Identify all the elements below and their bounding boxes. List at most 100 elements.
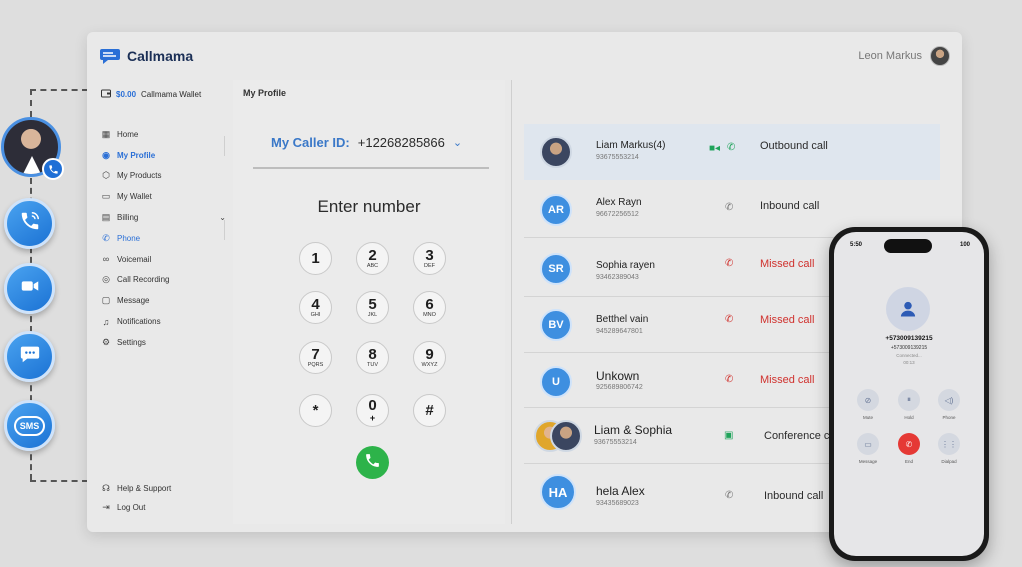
sidebar-item-my-products[interactable]: ⬡ My Products — [101, 166, 228, 187]
contact-avatar: AR — [540, 194, 572, 226]
hold-label: Hold — [904, 415, 914, 420]
dialpad-key-1[interactable]: 1 — [299, 242, 332, 275]
video-call-button[interactable] — [4, 263, 55, 314]
caller-id-underline — [253, 167, 489, 169]
contact-number: 93435689023 — [596, 500, 639, 507]
chat-bubble-icon — [19, 343, 41, 370]
dialpad-key-5[interactable]: 5 JKL — [356, 291, 389, 324]
key-digit: 2 — [368, 246, 377, 264]
contact-number: 96672256512 — [596, 211, 639, 218]
key-letters: ABC — [366, 262, 379, 269]
call-timer: 00:13 — [903, 360, 915, 365]
sidebar-item-phone[interactable]: ✆ Phone — [101, 228, 228, 249]
contact-name: Betthel vain — [596, 314, 649, 325]
sidebar-item-notifications[interactable]: ♫ Notifications — [101, 311, 228, 332]
call-type: Missed call — [760, 258, 815, 270]
dialpad-key-6[interactable]: 6 MNO — [413, 291, 446, 324]
sms-button[interactable]: SMS — [4, 400, 55, 451]
phone-icon: ✆ — [102, 232, 110, 243]
voice-call-button[interactable] — [4, 198, 55, 249]
sidebar-item-label: Phone — [117, 233, 141, 243]
wallet-balance[interactable]: $0.00 Callmama Wallet — [101, 86, 228, 102]
hold-button[interactable]: ⏸ — [898, 389, 920, 411]
wallet-amount: $0.00 — [116, 89, 137, 99]
dialpad-label: Dialpad — [941, 459, 957, 464]
sidebar-item-call-recording[interactable]: ◎ Call Recording — [101, 270, 228, 291]
user-avatar — [930, 46, 950, 66]
sidebar-bottom: ☊ Help & Support ⇥ Log Out — [101, 479, 171, 517]
dialpad-icon: ⋮⋮ — [941, 439, 957, 449]
sidebar-item-my-wallet[interactable]: ▭ My Wallet — [101, 186, 228, 207]
contact-avatar — [540, 136, 572, 168]
speaker-icon: ◁) — [944, 395, 954, 405]
key-digit: 4 — [311, 295, 320, 313]
sidebar-item-settings[interactable]: ⚙ Settings — [101, 332, 228, 353]
help-support-link[interactable]: ☊ Help & Support — [101, 479, 171, 498]
inbound-call-icon: ✆ — [725, 490, 734, 501]
key-letters: MNO — [423, 311, 436, 318]
call-row[interactable]: Liam Markus(4) 93675553214 ■◂ ✆ Outbound… — [524, 124, 940, 180]
caller-number-secondary: +573009139215 — [890, 345, 928, 351]
contact-number: 93675553214 — [594, 439, 637, 446]
top-bar: Callmama Leon Markus — [87, 32, 962, 80]
mute-button[interactable]: ⊘ — [857, 389, 879, 411]
caller-id-select[interactable]: My Caller ID: +12268285866 ⌄ — [271, 135, 462, 150]
brand-logo[interactable]: Callmama — [99, 47, 193, 65]
call-type: Inbound call — [764, 490, 824, 502]
number-input-display[interactable]: Enter number — [233, 197, 505, 217]
sidebar-item-billing[interactable]: ▤ Billing ⌄ — [101, 207, 228, 228]
end-call-button[interactable]: ✆ — [898, 433, 920, 455]
help-label: Help & Support — [117, 484, 172, 493]
missed-call-icon: ✆ — [725, 374, 734, 385]
caller-id-value: +12268285866 — [357, 135, 445, 150]
contact-name: Alex Rayn — [596, 197, 642, 208]
contact-name: Liam & Sophia — [594, 423, 673, 437]
dialpad-key-7[interactable]: 7 PQRS — [299, 341, 332, 374]
sidebar-item-label: Message — [117, 296, 150, 306]
headset-icon: ☊ — [102, 483, 110, 493]
sidebar: $0.00 Callmama Wallet ▦ Home ◉ My Profile … — [87, 80, 228, 532]
sidebar-item-my-profile[interactable]: ◉ My Profile — [101, 145, 228, 166]
call-type: Missed call — [760, 314, 815, 326]
chain-connector-top — [30, 89, 88, 91]
dialpad-key-hash[interactable]: # — [413, 394, 446, 427]
dialer-panel: My Profile My Caller ID: +12268285866 ⌄ … — [233, 80, 505, 524]
sidebar-item-label: Notifications — [117, 317, 161, 327]
dialpad-key-3[interactable]: 3 DEF — [413, 242, 446, 275]
voicemail-icon: ∞ — [102, 254, 110, 265]
call-type: Outbound call — [760, 140, 828, 152]
sidebar-item-voicemail[interactable]: ∞ Voicemail — [101, 249, 228, 270]
message-button[interactable]: ▭ — [857, 433, 879, 455]
sidebar-item-label: Home — [117, 129, 139, 139]
contact-avatar: HA — [540, 474, 576, 510]
contact-avatar: BV — [540, 309, 572, 341]
sidebar-item-label: Call Recording — [117, 275, 170, 285]
dialpad-key-4[interactable]: 4 GHI — [299, 291, 332, 324]
message-label: Message — [858, 459, 878, 464]
contact-avatar: SR — [540, 253, 572, 285]
chat-button[interactable] — [4, 331, 55, 382]
mic-icon: ◎ — [102, 274, 110, 285]
dialpad-key-8[interactable]: 8 TUV — [356, 341, 389, 374]
key-digit: 1 — [311, 249, 320, 267]
call-button[interactable] — [356, 446, 389, 479]
sidebar-item-message[interactable]: ▢ Message — [101, 290, 228, 311]
sidebar-item-home[interactable]: ▦ Home — [101, 124, 228, 145]
key-digit: 3 — [425, 246, 434, 264]
speaker-button[interactable]: ◁) — [938, 389, 960, 411]
logout-link[interactable]: ⇥ Log Out — [101, 498, 171, 517]
wallet-icon: ▭ — [101, 191, 111, 202]
sidebar-item-label: My Products — [117, 171, 162, 181]
sidebar-item-label: Billing — [117, 213, 139, 223]
chevron-down-icon: ⌄ — [452, 137, 463, 149]
user-menu[interactable]: Leon Markus — [858, 46, 950, 66]
dialpad-button[interactable]: ⋮⋮ — [938, 433, 960, 455]
dialpad-key-2[interactable]: 2 ABC — [356, 242, 389, 275]
chain-connector-bottom — [30, 480, 88, 482]
sidebar-item-label: My Profile — [117, 150, 156, 160]
grid-icon: ▦ — [101, 128, 111, 139]
dialpad-key-0[interactable]: 0 + — [356, 394, 389, 427]
dialpad-key-star[interactable]: * — [299, 394, 332, 427]
call-type: Missed call — [760, 374, 815, 386]
dialpad-key-9[interactable]: 9 WXYZ — [413, 341, 446, 374]
